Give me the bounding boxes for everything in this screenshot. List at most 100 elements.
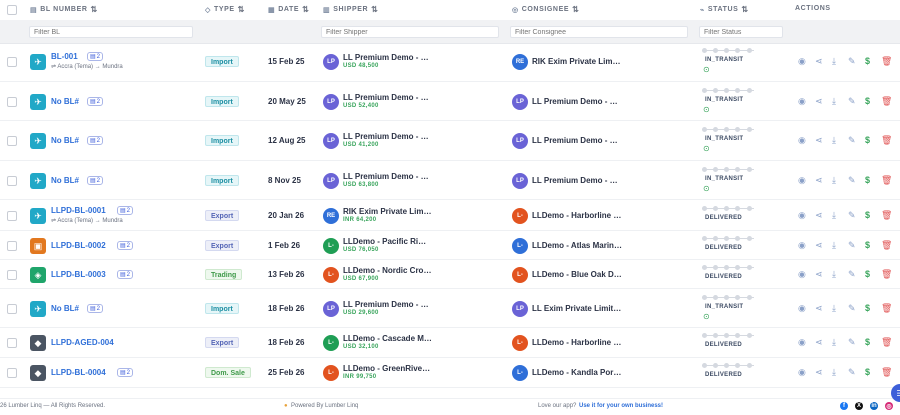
download-icon[interactable]: ⤓ (832, 270, 836, 279)
view-icon[interactable]: ◉ (798, 368, 806, 377)
header-status[interactable]: ⌁ STATUS ⇅ (700, 5, 748, 14)
edit-icon[interactable]: ✎ (848, 211, 856, 220)
row-checkbox[interactable] (7, 368, 17, 378)
dollar-icon[interactable]: $ (865, 211, 870, 220)
table-row[interactable]: ✈ No BL# ▤ 2 Import 20 May 25 LP LL Premium Dem… (0, 82, 900, 121)
view-icon[interactable]: ◉ (798, 211, 806, 220)
edit-icon[interactable]: ✎ (848, 176, 856, 185)
download-icon[interactable]: ⤓ (832, 338, 836, 347)
documents-badge[interactable]: ▤ 2 (87, 136, 104, 145)
dollar-icon[interactable]: $ (865, 136, 870, 145)
share-icon[interactable]: ⋖ (815, 57, 823, 66)
view-icon[interactable]: ◉ (798, 241, 806, 250)
share-icon[interactable]: ⋖ (815, 97, 823, 106)
consignee-name[interactable]: LLDemo - Harborline Buil… (532, 211, 622, 220)
edit-icon[interactable]: ✎ (848, 304, 856, 313)
sort-icon[interactable]: ⇅ (238, 5, 245, 14)
bl-number-link[interactable]: LLPD-BL-0002 (51, 241, 106, 250)
download-icon[interactable]: ⤓ (832, 176, 836, 185)
header-type[interactable]: ◇ TYPE ⇅ (205, 5, 245, 14)
share-icon[interactable]: ⋖ (815, 241, 823, 250)
share-icon[interactable]: ⋖ (815, 368, 823, 377)
documents-badge[interactable]: ▤ 2 (117, 270, 134, 279)
documents-badge[interactable]: ▤ 2 (117, 206, 134, 215)
shipper-name[interactable]: LLDemo - GreenRiver Sus… (343, 364, 433, 373)
consignee-name[interactable]: LLDemo - Kandla Port Lo… (532, 368, 622, 377)
dollar-icon[interactable]: $ (865, 241, 870, 250)
documents-badge[interactable]: ▤ 2 (117, 241, 134, 250)
bl-number-link[interactable]: No BL# (51, 136, 79, 145)
bl-number-link[interactable]: LLPD-BL-0001 (51, 206, 106, 215)
shipper-name[interactable]: LL Premium Demo - Casc… (343, 300, 433, 309)
edit-icon[interactable]: ✎ (848, 97, 856, 106)
dollar-icon[interactable]: $ (865, 57, 870, 66)
dollar-icon[interactable]: $ (865, 304, 870, 313)
view-icon[interactable]: ◉ (798, 97, 806, 106)
table-row[interactable]: ✈ No BL# ▤ 2 Import 12 Aug 25 LP LL Premium Dem… (0, 121, 900, 161)
shipper-name[interactable]: LL Premium Demo - Casc… (343, 172, 433, 181)
dollar-icon[interactable]: $ (865, 368, 870, 377)
table-row[interactable]: ✈ LLPD-BL-0001 ▤ 2 ⇌ Accra (Tema) → Mundra Ex… (0, 200, 900, 231)
download-icon[interactable]: ⤓ (832, 211, 836, 220)
consignee-name[interactable]: LLDemo - Atlas Marine Ti… (532, 241, 622, 250)
row-checkbox[interactable] (7, 304, 17, 314)
consignee-name[interactable]: LLDemo - Blue Oak Distri… (532, 270, 622, 279)
download-icon[interactable]: ⤓ (832, 304, 836, 313)
consignee-name[interactable]: LL Premium Demo - Casc… (532, 97, 622, 106)
row-checkbox[interactable] (7, 270, 17, 280)
sort-icon[interactable]: ⇅ (91, 5, 98, 14)
table-row[interactable]: ✈ No BL# ▤ 2 Import 18 Feb 26 LP LL Premium Dem… (0, 289, 900, 328)
table-row[interactable]: ▣ LLPD-BL-0002 ▤ 2 Export 1 Feb 26 L- LLDemo - … (0, 231, 900, 260)
delete-icon[interactable]: 🗑 (881, 304, 892, 313)
download-icon[interactable]: ⤓ (832, 97, 836, 106)
documents-badge[interactable]: ▤ 2 (87, 52, 104, 61)
sort-icon[interactable]: ⇅ (371, 5, 378, 14)
header-shipper[interactable]: ▥ SHIPPER ⇅ (323, 5, 378, 14)
consignee-name[interactable]: LLDemo - Harborline Buil… (532, 338, 622, 347)
x-icon[interactable]: X (855, 402, 863, 410)
view-icon[interactable]: ◉ (798, 338, 806, 347)
table-row[interactable]: ◆ LLPD-AGED-004 Export 18 Feb 26 L- LLDemo - … (0, 328, 900, 358)
select-all-checkbox[interactable] (7, 5, 17, 15)
share-icon[interactable]: ⋖ (815, 270, 823, 279)
delete-icon[interactable]: 🗑 (881, 368, 892, 377)
bl-number-link[interactable]: LLPD-BL-0004 (51, 368, 106, 377)
row-checkbox[interactable] (7, 97, 17, 107)
documents-badge[interactable]: ▤ 2 (87, 176, 104, 185)
bl-number-link[interactable]: LLPD-AGED-004 (51, 338, 114, 347)
bl-number-link[interactable]: BL-001 (51, 52, 78, 61)
consignee-name[interactable]: RIK Exim Private Limited (532, 57, 622, 66)
consignee-name[interactable]: LL Premium Demo - Casc… (532, 136, 622, 145)
table-row[interactable]: ◆ LLPD-BL-0004 ▤ 2 Dom. Sale 25 Feb 26 L- LLDem… (0, 358, 900, 388)
edit-icon[interactable]: ✎ (848, 57, 856, 66)
row-checkbox[interactable] (7, 136, 17, 146)
view-icon[interactable]: ◉ (798, 57, 806, 66)
shipper-name[interactable]: LLDemo - Cascade Meridi… (343, 334, 433, 343)
header-bl-number[interactable]: ▤ BL NUMBER ⇅ (30, 5, 98, 14)
bl-number-link[interactable]: No BL# (51, 176, 79, 185)
filter-bl-input[interactable] (29, 26, 193, 38)
view-icon[interactable]: ◉ (798, 304, 806, 313)
sort-icon[interactable]: ⇅ (572, 5, 579, 14)
dollar-icon[interactable]: $ (865, 338, 870, 347)
download-icon[interactable]: ⤓ (832, 136, 836, 145)
dollar-icon[interactable]: $ (865, 270, 870, 279)
row-checkbox[interactable] (7, 57, 17, 67)
table-row[interactable]: ✈ No BL# ▤ 2 Import 8 Nov 25 LP LL Premium Demo… (0, 161, 900, 200)
share-icon[interactable]: ⋖ (815, 304, 823, 313)
delete-icon[interactable]: 🗑 (881, 241, 892, 250)
shipper-name[interactable]: RIK Exim Private Limited (343, 207, 433, 216)
delete-icon[interactable]: 🗑 (881, 176, 892, 185)
facebook-icon[interactable]: f (840, 402, 848, 410)
shipper-name[interactable]: LLDemo - Nordic Crown F… (343, 266, 433, 275)
documents-badge[interactable]: ▤ 2 (87, 304, 104, 313)
instagram-icon[interactable]: ◎ (885, 402, 893, 410)
documents-badge[interactable]: ▤ 2 (87, 97, 104, 106)
header-consignee[interactable]: ◎ CONSIGNEE ⇅ (512, 5, 579, 14)
share-icon[interactable]: ⋖ (815, 211, 823, 220)
dollar-icon[interactable]: $ (865, 176, 870, 185)
download-icon[interactable]: ⤓ (832, 57, 836, 66)
shipper-name[interactable]: LL Premium Demo - Casc… (343, 132, 433, 141)
row-checkbox[interactable] (7, 241, 17, 251)
table-row[interactable]: ✈ BL-001 ▤ 2 ⇌ Accra (Tema) → Mundra Import 15… (0, 42, 900, 82)
